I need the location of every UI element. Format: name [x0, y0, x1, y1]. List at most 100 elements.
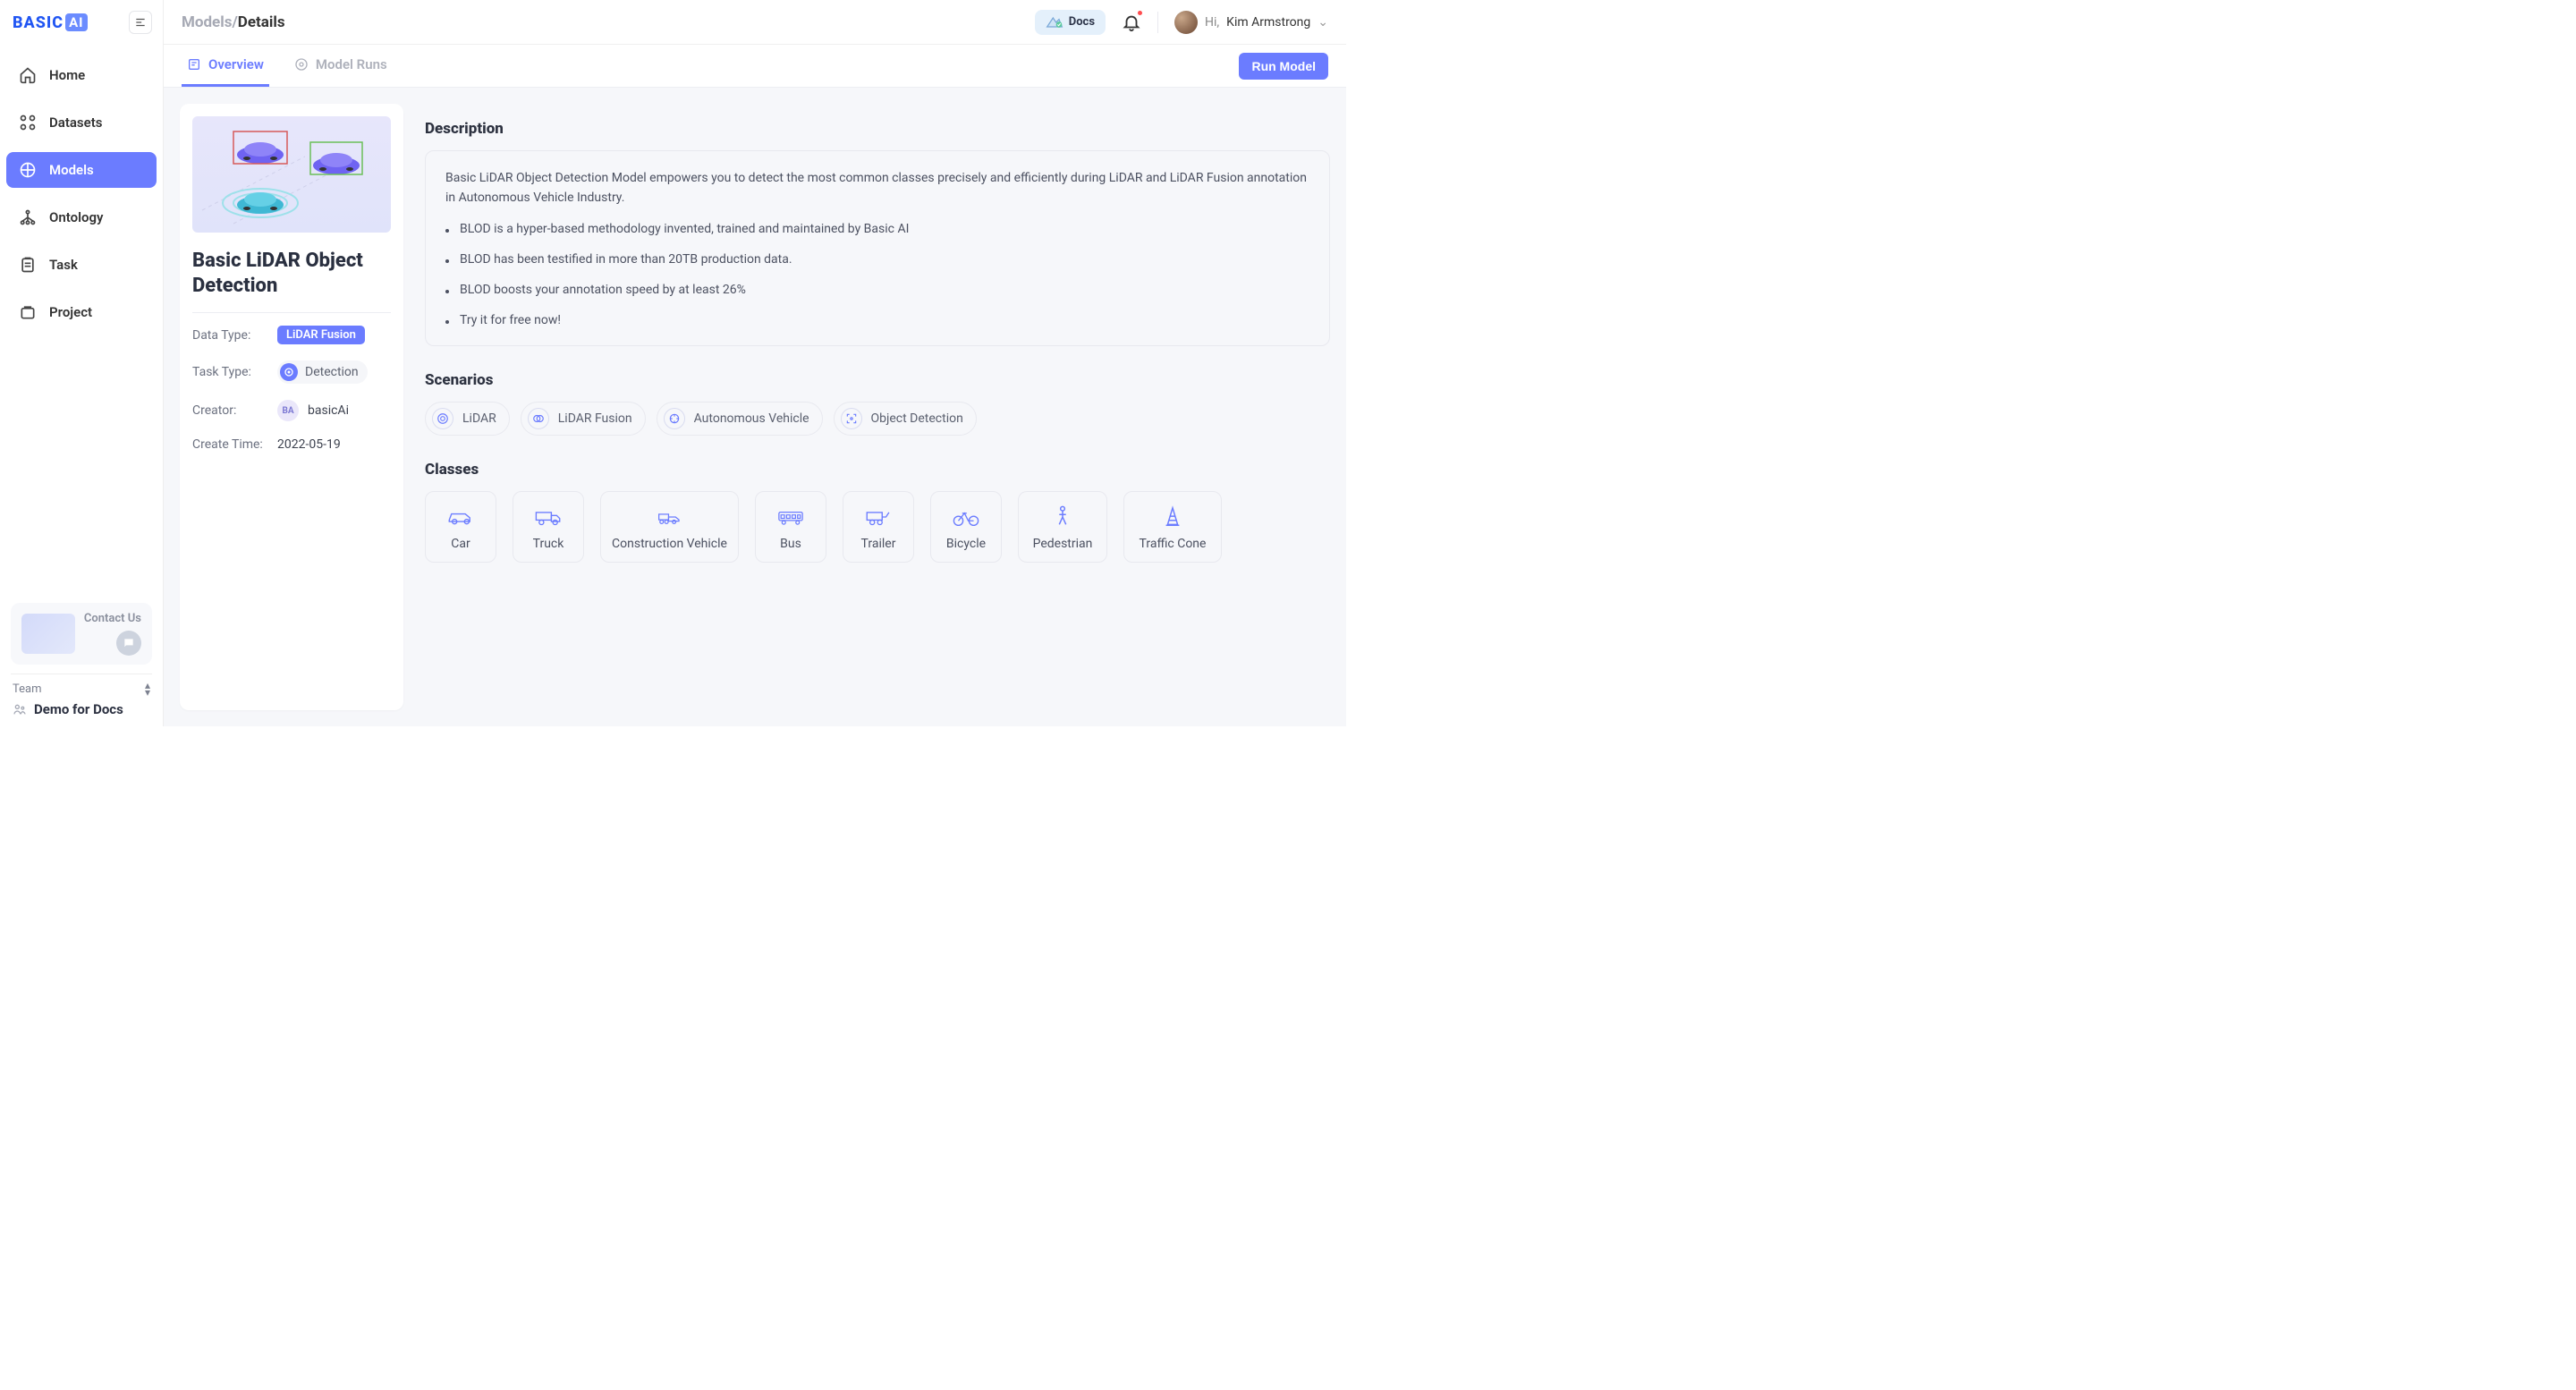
sidebar-nav: Home Datasets Models Ontology Task Proje… — [0, 45, 163, 342]
sidebar-item-label: Home — [49, 67, 85, 83]
class-icon — [936, 504, 996, 530]
class-card: Truck — [513, 491, 584, 563]
task-icon — [19, 256, 37, 274]
description-bullet: BLOD has been testified in more than 20T… — [445, 252, 1309, 267]
sidebar-item-models[interactable]: Models — [6, 152, 157, 188]
tab-model-runs[interactable]: Model Runs — [289, 45, 393, 87]
scenarios-section: Scenarios LiDAR LiDAR Fusion Autonomo — [425, 371, 1330, 436]
class-icon — [519, 504, 578, 530]
description-bullet: Try it for free now! — [445, 313, 1309, 327]
sidebar-item-label: Models — [49, 162, 94, 178]
class-label: Traffic Cone — [1130, 537, 1216, 551]
datasets-icon — [19, 114, 37, 131]
run-model-button[interactable]: Run Model — [1239, 53, 1328, 80]
model-thumbnail — [192, 116, 391, 233]
class-label: Trailer — [849, 537, 908, 551]
notification-dot — [1138, 11, 1142, 15]
description-section: Description Basic LiDAR Object Detection… — [425, 120, 1330, 346]
description-box: Basic LiDAR Object Detection Model empow… — [425, 150, 1330, 346]
autonomous-vehicle-icon — [664, 408, 685, 429]
object-detection-icon — [841, 408, 862, 429]
class-card: Bus — [755, 491, 826, 563]
team-name: Demo for Docs — [34, 701, 123, 717]
notifications-button[interactable] — [1122, 13, 1141, 32]
scenario-label: LiDAR Fusion — [558, 411, 632, 426]
detection-icon — [280, 363, 298, 381]
lidar-fusion-icon — [528, 408, 549, 429]
class-card: Construction Vehicle — [600, 491, 739, 563]
meta-label-creator: Creator: — [192, 403, 277, 418]
contact-us-label: Contact Us — [84, 612, 141, 625]
avatar — [1174, 11, 1198, 34]
class-icon — [606, 504, 733, 530]
class-label: Car — [431, 537, 490, 551]
class-card: Car — [425, 491, 496, 563]
tab-label: Model Runs — [316, 56, 387, 72]
username: Kim Armstrong — [1226, 15, 1310, 30]
bell-icon — [1122, 13, 1141, 32]
meta-label-data-type: Data Type: — [192, 328, 277, 343]
contact-us-card[interactable]: Contact Us — [11, 603, 152, 665]
breadcrumb: Models/Details — [182, 13, 285, 31]
sidebar-item-datasets[interactable]: Datasets — [6, 105, 157, 140]
sidebar-collapse-button[interactable] — [129, 11, 152, 34]
scenario-label: LiDAR — [462, 411, 496, 426]
class-icon — [431, 504, 490, 530]
divider — [192, 312, 391, 313]
breadcrumb-root[interactable]: Models — [182, 13, 232, 31]
scenario-chip: Autonomous Vehicle — [657, 402, 823, 436]
class-card: Pedestrian — [1018, 491, 1107, 563]
model-runs-icon — [294, 57, 309, 72]
team-selector[interactable]: Team ▴▾ — [0, 682, 163, 701]
class-icon — [849, 504, 908, 530]
class-card: Bicycle — [930, 491, 1002, 563]
task-type-value: Detection — [305, 365, 359, 379]
scenario-chip: LiDAR Fusion — [521, 402, 646, 436]
sidebar-item-ontology[interactable]: Ontology — [6, 199, 157, 235]
description-title: Description — [425, 120, 1330, 138]
chat-bubble-icon[interactable] — [116, 631, 141, 656]
tab-overview[interactable]: Overview — [182, 45, 269, 87]
ontology-icon — [19, 208, 37, 226]
brand-part1: BASIC — [13, 13, 64, 32]
meta-label-task-type: Task Type: — [192, 365, 277, 379]
team-name-row[interactable]: Demo for Docs — [0, 701, 163, 726]
classes-section: Classes CarTruckConstruction VehicleBusT… — [425, 461, 1330, 563]
sidebar-item-label: Datasets — [49, 114, 102, 131]
model-title: Basic LiDAR Object Detection — [192, 249, 391, 298]
docs-icon — [1046, 15, 1063, 30]
scenario-chip: LiDAR — [425, 402, 510, 436]
tabs: Overview Model Runs Run Model — [164, 45, 1346, 88]
user-menu[interactable]: Hi, Kim Armstrong ⌄ — [1174, 11, 1328, 34]
creator-avatar: BA — [277, 400, 299, 421]
sidebar-item-project[interactable]: Project — [6, 294, 157, 330]
sidebar-item-home[interactable]: Home — [6, 57, 157, 93]
create-time-value: 2022-05-19 — [277, 437, 341, 452]
description-bullets: BLOD is a hyper-based methodology invent… — [445, 222, 1309, 327]
sidebar: BASICAI Home Datasets Models Ontology — [0, 0, 164, 726]
project-icon — [19, 303, 37, 321]
sidebar-item-task[interactable]: Task — [6, 247, 157, 283]
class-label: Pedestrian — [1024, 537, 1101, 551]
scenario-label: Autonomous Vehicle — [694, 411, 809, 426]
description-bullet: BLOD is a hyper-based methodology invent… — [445, 222, 1309, 236]
models-icon — [19, 161, 37, 179]
class-icon — [1130, 504, 1216, 530]
greeting: Hi, — [1205, 15, 1219, 30]
scenario-chips: LiDAR LiDAR Fusion Autonomous Vehicle — [425, 402, 1330, 436]
sidebar-item-label: Ontology — [49, 209, 103, 225]
overview-icon — [187, 57, 201, 72]
topbar: Models/Details Docs Hi, Kim Armstrong ⌄ — [164, 0, 1346, 45]
model-summary-card: Basic LiDAR Object Detection Data Type: … — [180, 104, 403, 710]
meta-label-create-time: Create Time: — [192, 437, 277, 452]
contact-illustration — [21, 614, 75, 654]
docs-button[interactable]: Docs — [1035, 10, 1106, 35]
classes-grid: Car TruckConstruction Vehicle Bus Trailer Bi… — [425, 491, 1330, 563]
class-label: Bus — [761, 537, 820, 551]
task-type-pill: Detection — [277, 360, 368, 384]
brand-logo[interactable]: BASICAI — [13, 13, 88, 32]
home-icon — [19, 66, 37, 84]
brand-part2: AI — [65, 13, 87, 31]
sidebar-item-label: Task — [49, 257, 78, 273]
class-label: Bicycle — [936, 537, 996, 551]
